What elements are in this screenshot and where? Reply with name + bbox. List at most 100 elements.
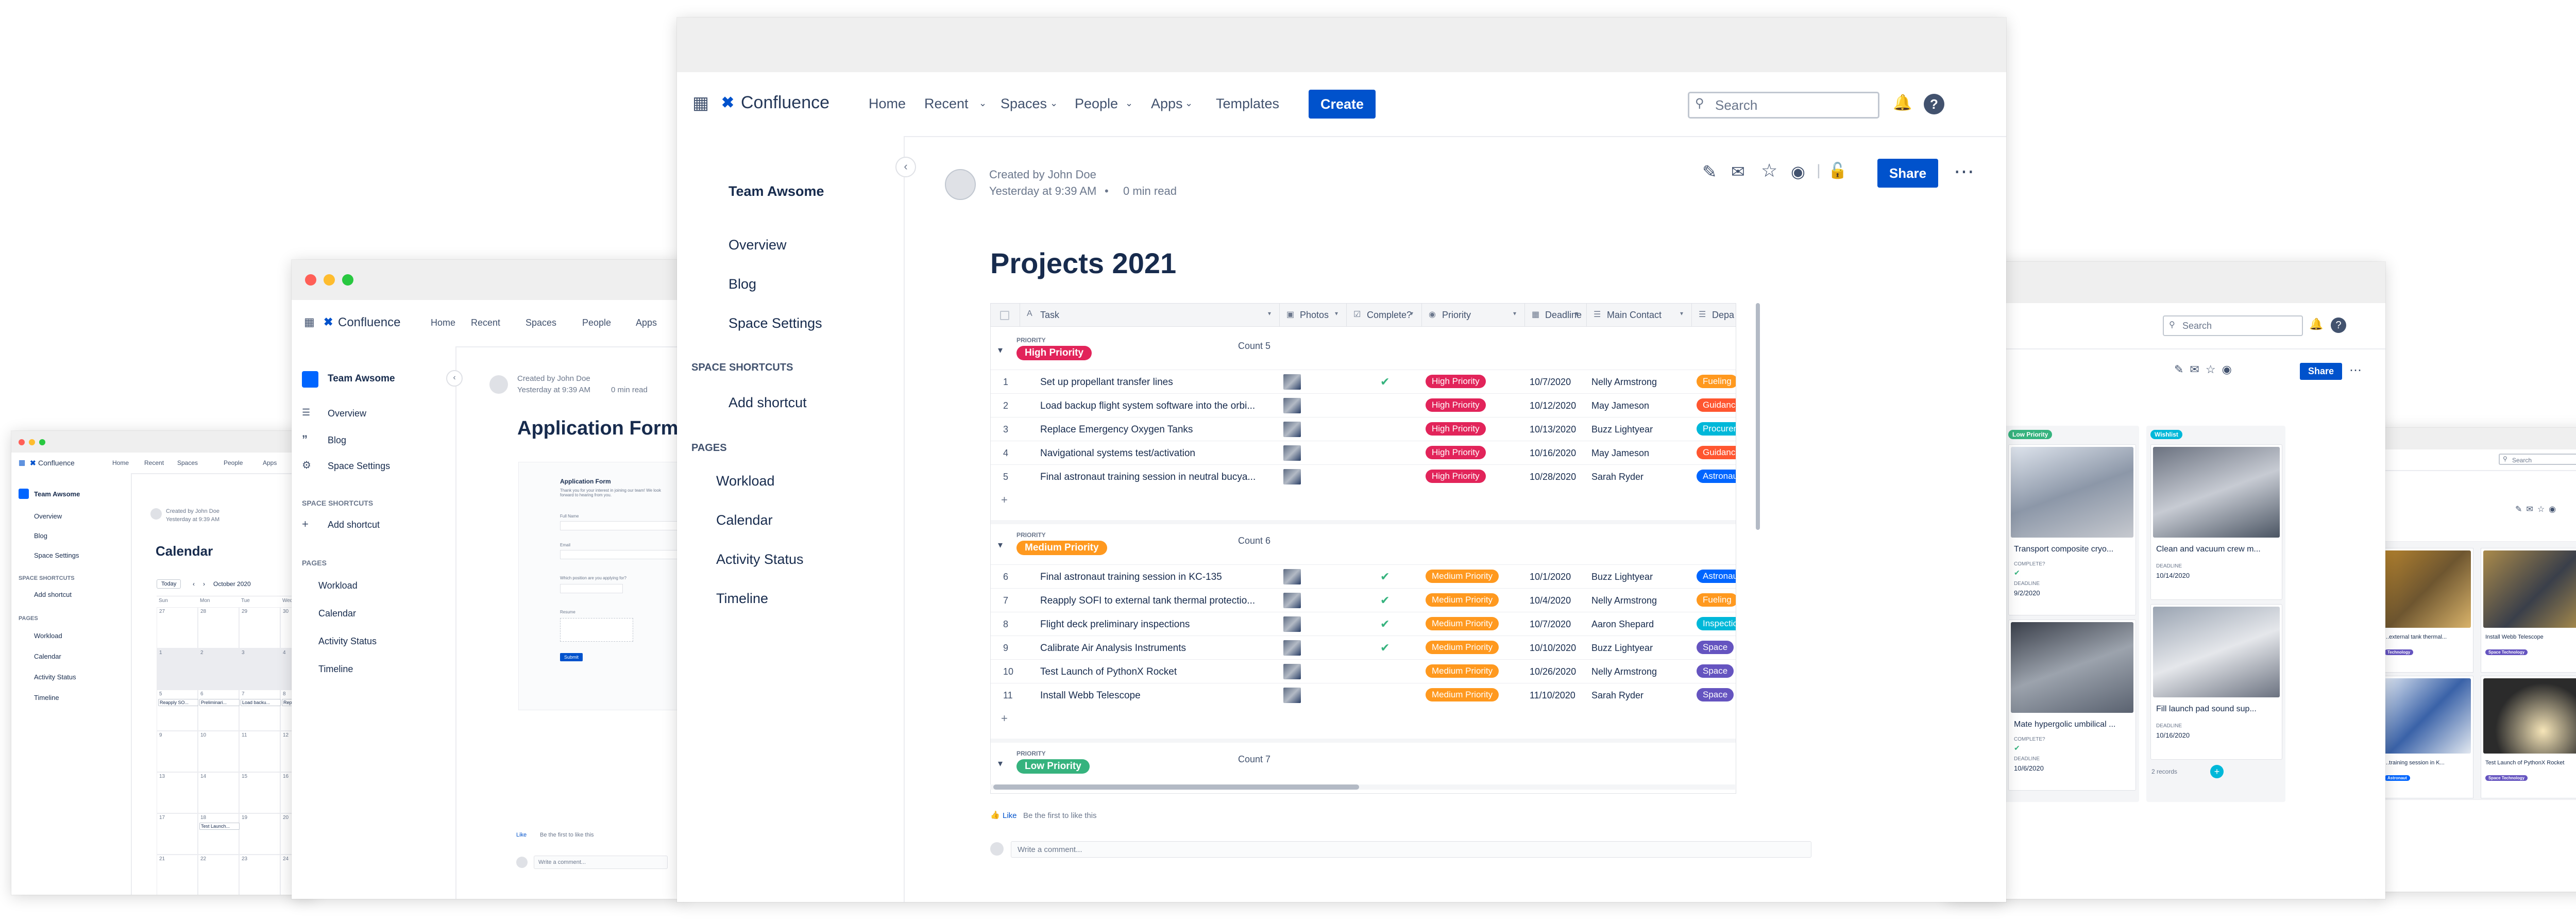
table-row[interactable]: 7 Reapply SOFI to external tank thermal p…: [991, 588, 1736, 612]
apps-grid-icon[interactable]: ▦: [692, 93, 709, 113]
group-collapse-icon[interactable]: ▾: [998, 345, 1003, 356]
apps-grid-icon[interactable]: ▦: [19, 458, 25, 467]
task-name[interactable]: Replace Emergency Oxygen Tanks: [1040, 424, 1274, 436]
page-link-calendar[interactable]: Calendar: [318, 608, 356, 619]
select-all-checkbox[interactable]: [1000, 311, 1009, 320]
sidebar-item-blog[interactable]: Blog: [328, 435, 346, 446]
column-header-task[interactable]: Task: [1040, 310, 1059, 321]
horizontal-scrollbar-thumb[interactable]: [993, 784, 1359, 790]
notifications-icon[interactable]: 🔔: [2309, 318, 2323, 331]
calendar-day[interactable]: 22: [198, 855, 239, 895]
column-menu-icon[interactable]: ▾: [1680, 310, 1683, 317]
maximize-dot-icon[interactable]: [342, 274, 353, 286]
gallery-card[interactable]: Install Webb Telescope Space Technology: [2481, 548, 2576, 673]
more-actions-icon[interactable]: ⋯: [1954, 160, 1974, 183]
page-link-workload[interactable]: Workload: [34, 632, 62, 640]
board-card[interactable]: Transport composite cryo... COMPLETE? ✔ …: [2008, 444, 2136, 615]
calendar-day[interactable]: 23: [239, 855, 280, 895]
gallery-card[interactable]: Test Launch of PythonX Rocket Space Tech…: [2481, 676, 2576, 798]
page-link-timeline[interactable]: Timeline: [716, 591, 768, 607]
table-row[interactable]: 3 Replace Emergency Oxygen Tanks High Prio…: [991, 417, 1736, 441]
nav-spaces[interactable]: Spaces: [1001, 96, 1047, 112]
page-link-timeline[interactable]: Timeline: [318, 664, 353, 675]
calendar-day[interactable]: 27: [157, 607, 198, 648]
share-button[interactable]: Share: [2300, 363, 2343, 380]
confluence-logo-icon[interactable]: ✖: [30, 459, 36, 467]
column-menu-icon[interactable]: ▾: [1513, 310, 1516, 317]
calendar-day[interactable]: 7: [239, 690, 280, 731]
group-collapse-icon[interactable]: ▾: [998, 758, 1003, 769]
calendar-day[interactable]: 15: [239, 772, 280, 813]
name-input[interactable]: [560, 521, 680, 530]
nav-home[interactable]: Home: [112, 459, 129, 466]
column-header-complete-[interactable]: Complete?: [1367, 310, 1412, 321]
nav-people[interactable]: People: [224, 459, 243, 466]
column-header-priority[interactable]: Priority: [1442, 310, 1471, 321]
like-icon[interactable]: 👍: [990, 810, 1000, 820]
task-name[interactable]: Set up propellant transfer lines: [1040, 377, 1274, 388]
position-select[interactable]: [560, 584, 623, 593]
column-menu-icon[interactable]: ▾: [1335, 310, 1338, 317]
create-button[interactable]: Create: [1309, 90, 1376, 119]
task-name[interactable]: Final astronaut training session in neut…: [1040, 472, 1274, 483]
confluence-logo-icon[interactable]: ✖: [721, 94, 734, 112]
calendar-day[interactable]: 2: [198, 648, 239, 690]
page-link-activity[interactable]: Activity Status: [318, 636, 377, 647]
board-card[interactable]: Clean and vacuum crew m... DEADLINE 10/1…: [2150, 444, 2282, 600]
table-row[interactable]: 10 Test Launch of PythonX Rocket Medium Pr…: [991, 659, 1736, 683]
calendar-day[interactable]: 9: [157, 731, 198, 772]
nav-spaces[interactable]: Spaces: [526, 318, 556, 328]
group-collapse-icon[interactable]: ▾: [998, 540, 1003, 550]
task-name[interactable]: Install Webb Telescope: [1040, 690, 1274, 701]
brand-name[interactable]: Confluence: [741, 93, 829, 113]
add-row-button[interactable]: +: [1001, 493, 1008, 507]
add-shortcut-link[interactable]: Add shortcut: [328, 520, 380, 530]
help-icon[interactable]: ?: [2331, 318, 2346, 333]
task-name[interactable]: Navigational systems test/activation: [1040, 448, 1274, 459]
resume-upload[interactable]: [560, 618, 633, 642]
apps-grid-icon[interactable]: ▦: [304, 315, 315, 329]
nav-recent[interactable]: Recent: [144, 459, 164, 466]
column-menu-icon[interactable]: ▾: [1268, 310, 1271, 317]
nav-home[interactable]: Home: [431, 318, 455, 328]
brand-name[interactable]: Confluence: [38, 459, 75, 467]
calendar-event[interactable]: Preliminari...: [199, 699, 240, 706]
nav-templates[interactable]: Templates: [1216, 96, 1279, 112]
brand-name[interactable]: Confluence: [338, 315, 400, 330]
page-link-activity[interactable]: Activity Status: [34, 673, 76, 681]
comment-input[interactable]: Write a comment...: [1011, 841, 1811, 858]
column-header-depa[interactable]: Depa: [1712, 310, 1734, 321]
search-input[interactable]: Search: [1688, 92, 1879, 119]
table-row[interactable]: 1 Set up propellant transfer lines ✔ High P…: [991, 370, 1736, 394]
chevron-down-icon[interactable]: ⌄: [979, 98, 987, 109]
email-input[interactable]: [560, 550, 680, 559]
like-button[interactable]: Like: [1003, 811, 1017, 820]
calendar-day[interactable]: 21: [157, 855, 198, 895]
sidebar-item-overview[interactable]: Overview: [728, 237, 787, 253]
close-dot-icon[interactable]: [19, 439, 25, 445]
vertical-scrollbar-thumb[interactable]: [1756, 303, 1760, 530]
calendar-event[interactable]: Load backu...: [241, 699, 281, 706]
chevron-down-icon[interactable]: ⌄: [1125, 98, 1133, 109]
column-header-main-contact[interactable]: Main Contact: [1607, 310, 1662, 321]
add-shortcut-link[interactable]: Add shortcut: [34, 591, 72, 598]
nav-spaces[interactable]: Spaces: [177, 459, 198, 466]
task-name[interactable]: Final astronaut training session in KC-1…: [1040, 572, 1274, 583]
table-row[interactable]: 2 Load backup flight system software into…: [991, 393, 1736, 417]
chevron-down-icon[interactable]: ⌄: [1185, 98, 1193, 109]
notifications-icon[interactable]: 🔔: [1893, 94, 1912, 112]
calendar-day[interactable]: 10: [198, 731, 239, 772]
calendar-day[interactable]: 29: [239, 607, 280, 648]
space-name[interactable]: Team Awsome: [34, 490, 80, 498]
task-name[interactable]: Load backup flight system software into …: [1040, 400, 1274, 412]
task-name[interactable]: Calibrate Air Analysis Instruments: [1040, 643, 1274, 654]
nav-apps[interactable]: Apps: [1151, 96, 1183, 112]
page-link-timeline[interactable]: Timeline: [34, 694, 59, 701]
like-button[interactable]: Like: [516, 832, 527, 838]
table-row[interactable]: 9 Calibrate Air Analysis Instruments ✔ Medi…: [991, 636, 1736, 660]
page-link-workload[interactable]: Workload: [318, 580, 358, 591]
comment-icon[interactable]: ✉: [1731, 162, 1745, 181]
watch-icon[interactable]: ◉: [1791, 162, 1805, 181]
space-name[interactable]: Team Awsome: [728, 183, 824, 199]
nav-recent[interactable]: Recent: [924, 96, 969, 112]
